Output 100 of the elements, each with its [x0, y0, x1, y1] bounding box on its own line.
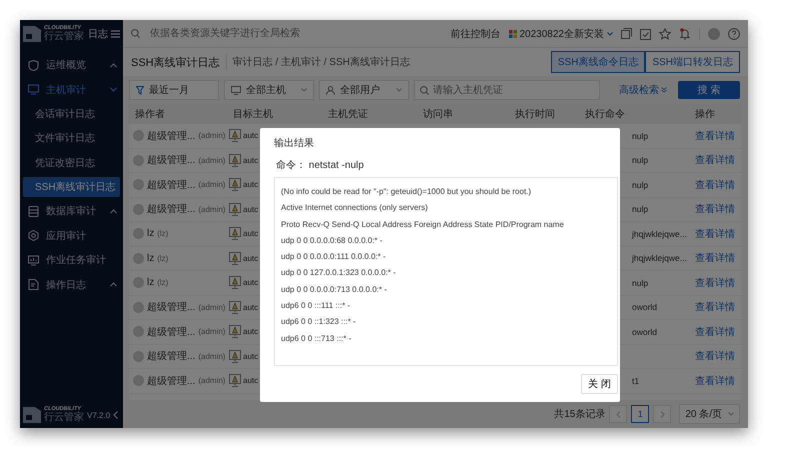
avatar	[133, 179, 144, 190]
linux-monitor-icon	[229, 374, 241, 388]
collapse-icon[interactable]	[113, 411, 118, 419]
hexagon-icon	[28, 230, 39, 242]
document-icon	[28, 279, 39, 290]
operator-name: 超级管理...	[147, 374, 196, 388]
linux-monitor-icon	[229, 276, 241, 290]
linux-monitor-icon	[229, 300, 241, 314]
sidebar-item-label: 应用审计	[46, 230, 87, 243]
operator-name: 超级管理...	[147, 350, 196, 364]
host-name: autc	[243, 327, 258, 336]
output-line: udp6 0 0 :::713 :::* -	[281, 332, 352, 345]
logo-icon	[23, 26, 41, 42]
operator-account: (admin)	[198, 376, 226, 386]
sidebar-subitem[interactable]: SSH离线审计日志	[23, 177, 120, 198]
details-link[interactable]: 查看详情	[695, 251, 735, 266]
dialog-title: 输出结果	[274, 136, 315, 150]
operator-account: (admin)	[198, 204, 226, 214]
operator-name: 超级管理...	[147, 326, 196, 339]
details-link[interactable]: 查看详情	[695, 153, 735, 168]
operator-name: 超级管理...	[147, 178, 196, 192]
sidebar-item[interactable]: 主机审计	[20, 77, 123, 102]
star-icon[interactable]	[659, 28, 671, 40]
host-name: autc	[243, 352, 258, 361]
linux-monitor-icon	[229, 350, 241, 363]
sidebar-item[interactable]: 操作日志	[20, 272, 123, 297]
command-text: nulp	[632, 130, 648, 141]
clipboard-check-icon[interactable]	[640, 28, 651, 40]
details-link[interactable]: 查看详情	[695, 226, 735, 241]
linux-monitor-icon	[229, 325, 241, 338]
record-count: 共15条记录	[554, 408, 606, 421]
user-select[interactable]: 全部用户	[319, 80, 409, 100]
details-link[interactable]: 查看详情	[695, 202, 735, 216]
search-button[interactable]: 搜 索	[678, 81, 740, 99]
chevron-left-icon	[616, 410, 621, 418]
details-link[interactable]: 查看详情	[695, 128, 735, 143]
details-link[interactable]: 查看详情	[695, 324, 735, 339]
avatar	[133, 154, 144, 166]
sidebar-item[interactable]: 作业任务审计	[20, 248, 123, 272]
details-link[interactable]: 查看详情	[695, 349, 735, 364]
help-icon[interactable]	[728, 28, 740, 40]
credential-search-field[interactable]: 请输入主机凭证	[414, 80, 600, 100]
close-button[interactable]: 关 闭	[581, 374, 618, 394]
time-filter[interactable]: 最近一月	[129, 80, 219, 100]
page-title: SSH离线审计日志	[131, 54, 227, 70]
caret-icon	[728, 412, 734, 416]
sidebar-subitem[interactable]: 会话审计日志	[23, 104, 120, 124]
operator-account: (admin)	[198, 180, 226, 190]
sidebar-item[interactable]: 应用审计	[20, 224, 123, 248]
command-text: nulp	[632, 155, 648, 166]
operator-account: (admin)	[198, 352, 226, 361]
operator-name: 超级管理...	[147, 130, 196, 143]
details-link[interactable]: 查看详情	[695, 276, 735, 290]
host-name: autc	[243, 204, 258, 214]
page-button[interactable]: 1	[631, 405, 650, 423]
command-line: 命令： netstat -nulp	[276, 159, 365, 172]
page-size-select[interactable]: 20 条/页	[679, 404, 740, 424]
menu-icon[interactable]	[111, 30, 120, 38]
brand-subtitle: 行云管家	[44, 413, 84, 424]
project-selector[interactable]: 20230822全新安装	[508, 26, 613, 40]
operator-name: lz	[147, 252, 154, 264]
output-line: udp 0 0 0.0.0.0:713 0.0.0.0:* -	[281, 284, 388, 296]
grid-icon	[508, 30, 516, 38]
host-select[interactable]: 全部主机	[224, 80, 314, 100]
log-tab[interactable]: SSH端口转发日志	[645, 51, 740, 73]
column-header: 操作者	[134, 108, 166, 121]
console-link[interactable]: 前往控制台	[450, 26, 500, 40]
host-name: autc	[243, 229, 258, 238]
breadcrumb: 审计日志 / 主机审计 / SSH离线审计日志	[232, 56, 411, 69]
avatar	[133, 350, 144, 362]
sidebar-item-label: 运维概览	[46, 58, 87, 72]
advanced-search-link[interactable]: 高级检索	[619, 83, 659, 97]
sidebar-item[interactable]: 运维概览	[20, 53, 123, 78]
log-tab[interactable]: SSH离线命令日志	[550, 51, 646, 73]
command-text: oworld	[632, 326, 658, 337]
details-link[interactable]: 查看详情	[695, 178, 735, 192]
operator-account: (admin)	[198, 327, 226, 336]
output-line: udp 0 0 0.0.0.0:111 0.0.0.0:* -	[281, 251, 387, 264]
sidebar-item-label: 作业任务审计	[46, 254, 107, 268]
linux-monitor-icon	[229, 154, 241, 167]
operator-name: 超级管理...	[147, 154, 196, 168]
details-link[interactable]: 查看详情	[695, 300, 735, 314]
linux-monitor-icon	[229, 129, 241, 142]
command-text: nulp	[632, 204, 648, 214]
bell-icon[interactable]	[679, 28, 691, 40]
database-icon	[28, 206, 39, 217]
column-header: 主机凭证	[327, 108, 369, 121]
global-search-field[interactable]: 依据各类资源关键字进行全局检索	[148, 27, 442, 40]
host-name: autc	[243, 376, 258, 386]
sidebar-subitem[interactable]: 文件审计日志	[23, 128, 120, 148]
linux-monitor-icon	[229, 252, 241, 265]
sidebar-item[interactable]: 数据库审计	[20, 199, 123, 224]
sidebar-subitem[interactable]: 凭证改密日志	[23, 152, 120, 173]
window-icon[interactable]	[621, 28, 632, 39]
avatar	[133, 252, 144, 264]
double-chevron-icon	[661, 87, 667, 93]
sidebar-item-label: 操作日志	[46, 278, 87, 292]
avatar	[133, 228, 144, 240]
output-line: (No info could be read for "-p": geteuid()=1000 but you should be root.)	[281, 186, 532, 198]
details-link[interactable]: 查看详情	[695, 374, 735, 388]
